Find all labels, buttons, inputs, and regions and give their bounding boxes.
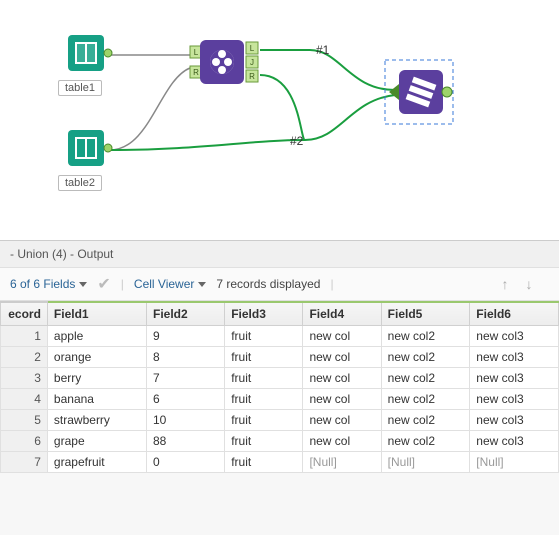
cell[interactable]: 0: [147, 452, 225, 473]
cell[interactable]: banana: [47, 389, 146, 410]
table-row[interactable]: 7grapefruit0fruit[Null][Null][Null]: [1, 452, 559, 473]
cell[interactable]: fruit: [225, 326, 303, 347]
cell[interactable]: new col3: [470, 389, 559, 410]
row-number: 3: [1, 368, 48, 389]
fields-summary-text: 6 of 6 Fields: [10, 277, 75, 291]
cell[interactable]: [Null]: [381, 452, 470, 473]
cell[interactable]: 7: [147, 368, 225, 389]
table-row[interactable]: 1apple9fruitnew colnew col2new col3: [1, 326, 559, 347]
row-number: 6: [1, 431, 48, 452]
cell[interactable]: new col3: [470, 368, 559, 389]
join-tool-icon[interactable]: L R L J R: [190, 40, 258, 84]
cell[interactable]: new col: [303, 389, 381, 410]
workflow-canvas[interactable]: L R L J R: [0, 0, 559, 240]
cell[interactable]: grapefruit: [47, 452, 146, 473]
cell[interactable]: fruit: [225, 368, 303, 389]
branch-label-1: #1: [316, 43, 330, 57]
results-header: - Union (4) - Output: [0, 241, 559, 268]
cell[interactable]: fruit: [225, 431, 303, 452]
column-header-field1[interactable]: Field1: [47, 302, 146, 326]
cell[interactable]: new col2: [381, 389, 470, 410]
results-toolbar: 6 of 6 Fields ✔ | Cell Viewer 7 records …: [0, 268, 559, 301]
cell[interactable]: new col: [303, 431, 381, 452]
prev-button[interactable]: ↑: [495, 274, 515, 294]
input-tool-table1-label[interactable]: table1: [58, 80, 102, 96]
cell[interactable]: berry: [47, 368, 146, 389]
cell[interactable]: fruit: [225, 452, 303, 473]
chevron-down-icon: [79, 282, 87, 287]
column-header-record[interactable]: ecord: [1, 302, 48, 326]
anchor-J-out: J: [250, 58, 254, 67]
input-tool-table2-label[interactable]: table2: [58, 175, 102, 191]
column-header-field3[interactable]: Field3: [225, 302, 303, 326]
cell[interactable]: 6: [147, 389, 225, 410]
cell[interactable]: grape: [47, 431, 146, 452]
cell[interactable]: new col2: [381, 368, 470, 389]
cell[interactable]: [Null]: [470, 452, 559, 473]
cell[interactable]: fruit: [225, 410, 303, 431]
column-header-field5[interactable]: Field5: [381, 302, 470, 326]
cell[interactable]: apple: [47, 326, 146, 347]
separator: |: [330, 277, 333, 291]
check-icon: ✔: [97, 274, 110, 294]
cell[interactable]: new col: [303, 368, 381, 389]
cell[interactable]: 10: [147, 410, 225, 431]
cell[interactable]: new col: [303, 347, 381, 368]
table-row[interactable]: 2orange8fruitnew colnew col2new col3: [1, 347, 559, 368]
union-tool-icon[interactable]: [385, 60, 453, 124]
branch-label-2: #2: [290, 134, 304, 148]
cell[interactable]: new col2: [381, 326, 470, 347]
cell[interactable]: new col: [303, 326, 381, 347]
cell-viewer-label: Cell Viewer: [134, 277, 194, 291]
results-panel: - Union (4) - Output 6 of 6 Fields ✔ | C…: [0, 240, 559, 535]
next-button[interactable]: ↓: [519, 274, 539, 294]
separator: |: [121, 277, 124, 291]
row-number: 7: [1, 452, 48, 473]
row-number: 4: [1, 389, 48, 410]
cell[interactable]: fruit: [225, 347, 303, 368]
cell[interactable]: new col2: [381, 410, 470, 431]
cell[interactable]: new col2: [381, 431, 470, 452]
anchor-R-out: R: [249, 72, 255, 81]
table-row[interactable]: 3berry7fruitnew colnew col2new col3: [1, 368, 559, 389]
fields-dropdown[interactable]: 6 of 6 Fields: [10, 277, 87, 291]
anchor-L-out: L: [250, 44, 255, 53]
row-number: 2: [1, 347, 48, 368]
results-table[interactable]: ecordField1Field2Field3Field4Field5Field…: [0, 301, 559, 473]
input-tool-table2-icon: [68, 130, 112, 166]
cell[interactable]: new col2: [381, 347, 470, 368]
records-displayed-text: 7 records displayed: [216, 277, 320, 291]
cell[interactable]: 9: [147, 326, 225, 347]
cell[interactable]: new col3: [470, 431, 559, 452]
anchor-R-in: R: [193, 68, 199, 77]
cell-viewer-dropdown[interactable]: Cell Viewer: [134, 277, 206, 291]
cell[interactable]: strawberry: [47, 410, 146, 431]
column-header-field2[interactable]: Field2: [147, 302, 225, 326]
cell[interactable]: 88: [147, 431, 225, 452]
column-header-field4[interactable]: Field4: [303, 302, 381, 326]
cell[interactable]: new col: [303, 410, 381, 431]
cell[interactable]: fruit: [225, 389, 303, 410]
table-row[interactable]: 6grape88fruitnew colnew col2new col3: [1, 431, 559, 452]
row-number: 5: [1, 410, 48, 431]
column-header-field6[interactable]: Field6: [470, 302, 559, 326]
anchor-L-in: L: [194, 48, 199, 57]
table-row[interactable]: 5strawberry10fruitnew colnew col2new col…: [1, 410, 559, 431]
cell[interactable]: [Null]: [303, 452, 381, 473]
cell[interactable]: 8: [147, 347, 225, 368]
input-tool-table1-icon: [68, 35, 112, 71]
cell[interactable]: new col3: [470, 326, 559, 347]
chevron-down-icon: [198, 282, 206, 287]
cell[interactable]: new col3: [470, 347, 559, 368]
cell[interactable]: orange: [47, 347, 146, 368]
table-row[interactable]: 4banana6fruitnew colnew col2new col3: [1, 389, 559, 410]
cell[interactable]: new col3: [470, 410, 559, 431]
row-number: 1: [1, 326, 48, 347]
